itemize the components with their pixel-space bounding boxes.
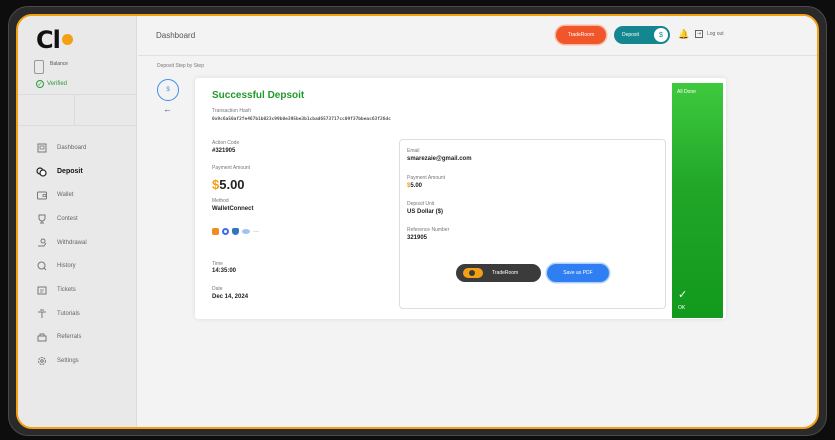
top-bar: Dashboard TradeRoom Deposit $ 🔔 ⇥ Log ou… [138, 16, 817, 56]
walletconnect-icon [242, 229, 250, 234]
payment-amount-value: $5.00 [212, 177, 245, 192]
deposit-result-card: Successful Depsoit Transaction Hash 0x9c… [195, 78, 726, 319]
dollar-icon: $ [654, 28, 668, 42]
payment-details-box: Email smarezaie@gmail.com Payment Amount… [399, 139, 666, 309]
dashboard-icon [36, 142, 47, 153]
time-value: 14:35:00 [212, 268, 237, 274]
action-code-label: Action Code [212, 140, 240, 146]
logo[interactable]: Cl [36, 26, 73, 54]
trophy-icon [36, 213, 47, 224]
toggle-switch-icon [463, 268, 483, 278]
hash-label: Transaction Hash [212, 108, 251, 114]
deposit-unit-value: US Dollar ($) [407, 209, 444, 215]
sidebar-item-wallet[interactable]: Wallet [18, 183, 136, 207]
sidebar-item-referrals[interactable]: Referrals [18, 326, 136, 350]
sidebar-nav: Dashboard Deposit Wallet Contest Withdra… [18, 136, 136, 373]
traderoom-toggle-button[interactable]: TradeRoom [456, 264, 541, 282]
time-label: Time [212, 261, 223, 267]
app-window: Cl Balance ✓ Verified Dashboard Deposit … [16, 14, 819, 429]
date-value: Dec 14, 2024 [212, 294, 249, 300]
referrals-icon [36, 332, 47, 343]
coinbase-icon [222, 228, 229, 235]
traderoom-button[interactable]: TradeRoom [556, 26, 606, 44]
deposit-toggle-button[interactable]: Deposit $ [614, 26, 670, 44]
deposit-unit-label: Deposit Unit [407, 201, 435, 207]
email-value: smarezaie@gmail.com [407, 156, 472, 162]
sidebar: Cl Balance ✓ Verified Dashboard Deposit … [18, 16, 137, 427]
reference-label: Reference Number [407, 227, 450, 233]
withdrawal-icon [36, 237, 47, 248]
sidebar-item-contest[interactable]: Contest [18, 207, 136, 231]
payment-amount-value-small: $5.00 [407, 183, 423, 189]
reference-value: 321905 [407, 235, 428, 241]
sidebar-item-withdrawal[interactable]: Withdrawal [18, 231, 136, 255]
logout-icon: ⇥ [695, 30, 703, 38]
back-arrow-icon[interactable]: ← [163, 104, 172, 114]
logout-button[interactable]: ⇥ Log out [695, 30, 724, 38]
sidebar-item-deposit[interactable]: Deposit [18, 160, 136, 184]
transaction-hash[interactable]: 0x9c6a50af2fe467b1b023c99b0e395be3b1cbad… [212, 117, 391, 122]
more-wallets-icon[interactable]: ··· [253, 229, 259, 235]
verified-status: ✓ Verified [36, 80, 68, 88]
payment-amount-label-small: Payment Amount [407, 175, 446, 181]
method-label: Method [212, 198, 229, 204]
wallet-icons: ··· [212, 228, 259, 235]
balance-label: Balance [50, 61, 69, 67]
action-code-value: #321905 [212, 148, 236, 154]
sidebar-item-tutorials[interactable]: Tutorials [18, 302, 136, 326]
bookmark-icon [34, 60, 44, 74]
email-label: Email [407, 148, 420, 154]
tutorials-icon [36, 308, 47, 319]
payment-amount-label: Payment Amount [212, 165, 251, 171]
step-indicator: $ [157, 79, 179, 101]
all-done-panel: All Done ✓ OK [672, 83, 723, 318]
page-title: Dashboard [156, 31, 196, 40]
settings-icon [36, 356, 47, 367]
sidebar-item-tickets[interactable]: Tickets [18, 278, 136, 302]
metamask-icon [212, 228, 219, 235]
checkmark-icon: ✓ [678, 289, 688, 301]
ok-button[interactable]: OK [678, 305, 685, 311]
all-done-label: All Done [677, 89, 696, 95]
ticket-icon [36, 284, 47, 295]
result-title: Successful Depsoit [212, 90, 305, 101]
sidebar-item-history[interactable]: History [18, 254, 136, 278]
sidebar-item-dashboard[interactable]: Dashboard [18, 136, 136, 160]
notification-bell-icon[interactable]: 🔔 [678, 29, 689, 40]
wallet-icon [36, 190, 47, 201]
method-value: WalletConnect [212, 206, 254, 212]
trustwallet-icon [232, 228, 239, 235]
breadcrumb: Deposit Step by Step [157, 63, 204, 69]
save-pdf-button[interactable]: Save as PDF [547, 264, 609, 282]
check-circle-icon: ✓ [36, 80, 44, 88]
date-label: Date [212, 286, 223, 292]
history-icon [36, 261, 47, 272]
sidebar-divider-box [18, 94, 136, 126]
deposit-icon [36, 166, 47, 177]
sidebar-item-settings[interactable]: Settings [18, 349, 136, 373]
